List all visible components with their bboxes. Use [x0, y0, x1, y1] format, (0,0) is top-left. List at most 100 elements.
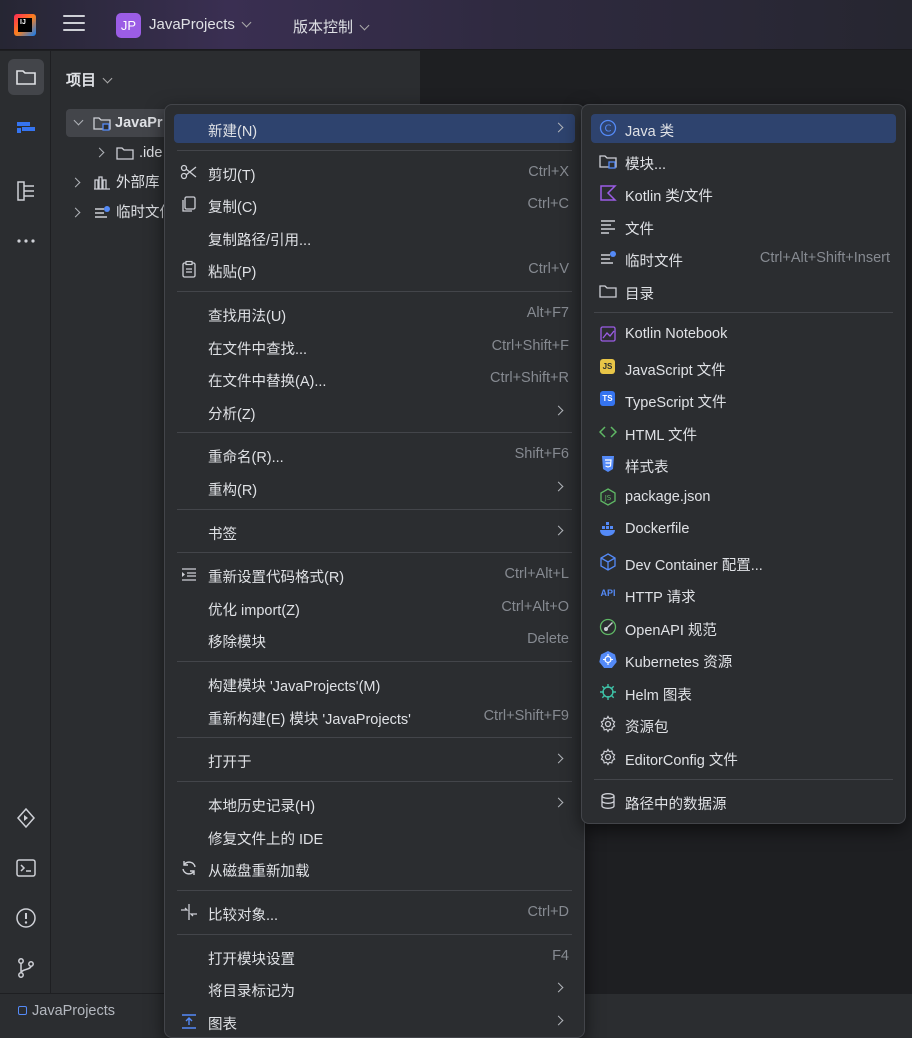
menu-item-scratch-file-icon[interactable]: 临时文件 Ctrl+Alt+Shift+Insert [591, 244, 896, 273]
structure-view-button[interactable] [8, 173, 44, 209]
menu-separator [594, 779, 893, 780]
menu-item-paste-icon[interactable]: 粘贴(P) Ctrl+V [174, 255, 575, 284]
menu-item-gear-icon[interactable]: 资源包 [591, 710, 896, 739]
menu-item-row-23[interactable]: 将目录标记为 [174, 974, 575, 1003]
menu-item-row-9[interactable]: 重命名(R)... Shift+F6 [174, 440, 575, 469]
menu-item-label: JavaScript 文件 [625, 363, 726, 379]
menu-item-row-22[interactable]: 打开模块设置 F4 [174, 942, 575, 971]
project-selector[interactable]: JavaProjects [149, 16, 252, 33]
menu-item-shortcut: Ctrl+Shift+F [491, 338, 569, 354]
menu-item-api-icon[interactable]: API HTTP 请求 [591, 580, 896, 609]
editorconfig-icon [599, 748, 617, 766]
new-submenu: C Java 类模块... Kotlin 类/文件 文件临时文件 Ctrl+Alt+Sh… [581, 104, 906, 824]
project-tool-button[interactable] [8, 59, 44, 95]
menu-item-row-14[interactable]: 移除模块 Delete [174, 625, 575, 654]
chevron-right-icon [553, 797, 564, 808]
menu-separator [177, 432, 572, 433]
panel-title[interactable]: 项目 [66, 69, 113, 90]
menu-item-label: Kubernetes 资源 [625, 655, 733, 671]
docker-icon [599, 520, 617, 538]
breadcrumb-label: JavaProjects [32, 1003, 116, 1019]
scratch-file-icon [599, 249, 617, 267]
menu-item-compare-icon[interactable]: 比较对象... Ctrl+D [174, 898, 575, 927]
menu-item-nodejs-icon[interactable]: JS package.json [591, 483, 896, 512]
menu-item-shortcut: Alt+F7 [526, 305, 569, 321]
menu-item-row-6[interactable]: 在文件中查找... Ctrl+Shift+F [174, 332, 575, 361]
main-menu-icon[interactable] [63, 15, 85, 35]
menu-item-text-file-icon[interactable]: 文件 [591, 212, 896, 241]
menu-item-label: Helm 图表 [625, 688, 692, 704]
nodejs-icon: JS [599, 488, 617, 506]
menu-item-row-17[interactable]: 打开于 [174, 745, 575, 774]
menu-item-css-icon[interactable]: 样式表 [591, 450, 896, 479]
menu-item-shortcut: Ctrl+V [528, 261, 569, 277]
gear-icon [599, 715, 617, 733]
menu-item-row-10[interactable]: 重构(R) [174, 473, 575, 502]
menu-item-row-3[interactable]: 复制路径/引用... [174, 223, 575, 252]
menu-item-database-icon[interactable]: 路径中的数据源 [591, 787, 896, 816]
menu-item-kotlin-icon[interactable]: Kotlin 类/文件 [591, 179, 896, 208]
menu-item-shortcut: Ctrl+D [527, 904, 570, 920]
menu-item-row-15[interactable]: 构建模块 'JavaProjects'(M) [174, 669, 575, 698]
helm-icon [599, 683, 617, 701]
intellij-logo-icon[interactable]: IJ [14, 14, 36, 36]
breadcrumb[interactable]: JavaProjects [18, 1003, 115, 1019]
git-tool-button[interactable] [8, 950, 44, 986]
menu-separator [594, 312, 893, 313]
menu-item-label: 新建(N) [208, 124, 258, 140]
paste-icon [180, 260, 198, 278]
menu-item-row-19[interactable]: 修复文件上的 IDE [174, 822, 575, 851]
menu-item-shortcut: Ctrl+Shift+R [490, 370, 569, 386]
menu-item-row-18[interactable]: 本地历史记录(H) [174, 789, 575, 818]
menu-item-row-16[interactable]: 重新构建(E) 模块 'JavaProjects' Ctrl+Shift+F9 [174, 702, 575, 731]
menu-item-typescript-icon[interactable]: TS TypeScript 文件 [591, 385, 896, 414]
menu-item-helm-icon[interactable]: Helm 图表 [591, 678, 896, 707]
menu-item-label: 移除模块 [208, 635, 266, 651]
menu-item-scissors-icon[interactable]: 剪切(T) Ctrl+X [174, 158, 575, 187]
css-icon [599, 455, 617, 473]
menu-item-row-7[interactable]: 在文件中替换(A)... Ctrl+Shift+R [174, 364, 575, 393]
menu-item-label: 资源包 [625, 720, 669, 736]
menu-item-row-11[interactable]: 书签 [174, 517, 575, 546]
menu-item-notebook-icon[interactable]: Kotlin Notebook [591, 320, 896, 349]
menu-item-editorconfig-icon[interactable]: EditorConfig 文件 [591, 743, 896, 772]
menu-item-javascript-icon[interactable]: JS JavaScript 文件 [591, 353, 896, 382]
menu-item-directory-icon[interactable]: 目录 [591, 277, 896, 306]
chevron-right-icon [553, 122, 564, 133]
menu-item-java-class-icon[interactable]: C Java 类 [591, 114, 896, 143]
menu-item-row-8[interactable]: 分析(Z) [174, 397, 575, 426]
menu-item-cube-icon[interactable]: Dev Container 配置... [591, 548, 896, 577]
directory-icon [599, 282, 617, 300]
chevron-right-icon [553, 753, 564, 764]
menu-item-label: 模块... [625, 157, 667, 173]
notebook-icon [599, 325, 617, 343]
problems-tool-button[interactable] [8, 900, 44, 936]
terminal-tool-button[interactable] [8, 850, 44, 886]
menu-item-reload-icon[interactable]: 从磁盘重新加载 [174, 854, 575, 883]
menu-item-label: OpenAPI 规范 [625, 623, 717, 639]
kubernetes-icon [599, 650, 617, 668]
menu-item-docker-icon[interactable]: Dockerfile [591, 515, 896, 544]
menu-item-row-0[interactable]: 新建(N) [174, 114, 575, 143]
more-tools-button[interactable] [8, 223, 44, 259]
structure-tool-button[interactable] [8, 109, 44, 145]
menu-item-diagram-icon[interactable]: 图表 [174, 1007, 575, 1036]
menu-item-label: 重新设置代码格式(R) [208, 570, 345, 586]
menu-item-row-5[interactable]: 查找用法(U) Alt+F7 [174, 299, 575, 328]
run-tool-button[interactable] [8, 800, 44, 836]
menu-item-html-icon[interactable]: HTML 文件 [591, 418, 896, 447]
menu-item-reformat-icon[interactable]: 重新设置代码格式(R) Ctrl+Alt+L [174, 560, 575, 589]
project-avatar[interactable]: JP [116, 13, 141, 38]
menu-item-copy-icon[interactable]: 复制(C) Ctrl+C [174, 190, 575, 219]
menu-item-shortcut: Ctrl+Alt+O [501, 599, 569, 615]
menu-item-label: 将目录标记为 [208, 984, 295, 1000]
menu-item-row-13[interactable]: 优化 import(Z) Ctrl+Alt+O [174, 593, 575, 622]
menu-item-label: 重新构建(E) 模块 'JavaProjects' [208, 712, 411, 728]
vcs-widget[interactable]: 版本控制 [293, 16, 370, 37]
chevron-down-icon [241, 17, 252, 28]
menu-item-module-icon[interactable]: 模块... [591, 147, 896, 176]
menu-item-openapi-icon[interactable]: OpenAPI 规范 [591, 613, 896, 642]
chevron-down-icon [359, 20, 370, 31]
panel-title-label: 项目 [66, 72, 97, 89]
menu-item-kubernetes-icon[interactable]: Kubernetes 资源 [591, 645, 896, 674]
